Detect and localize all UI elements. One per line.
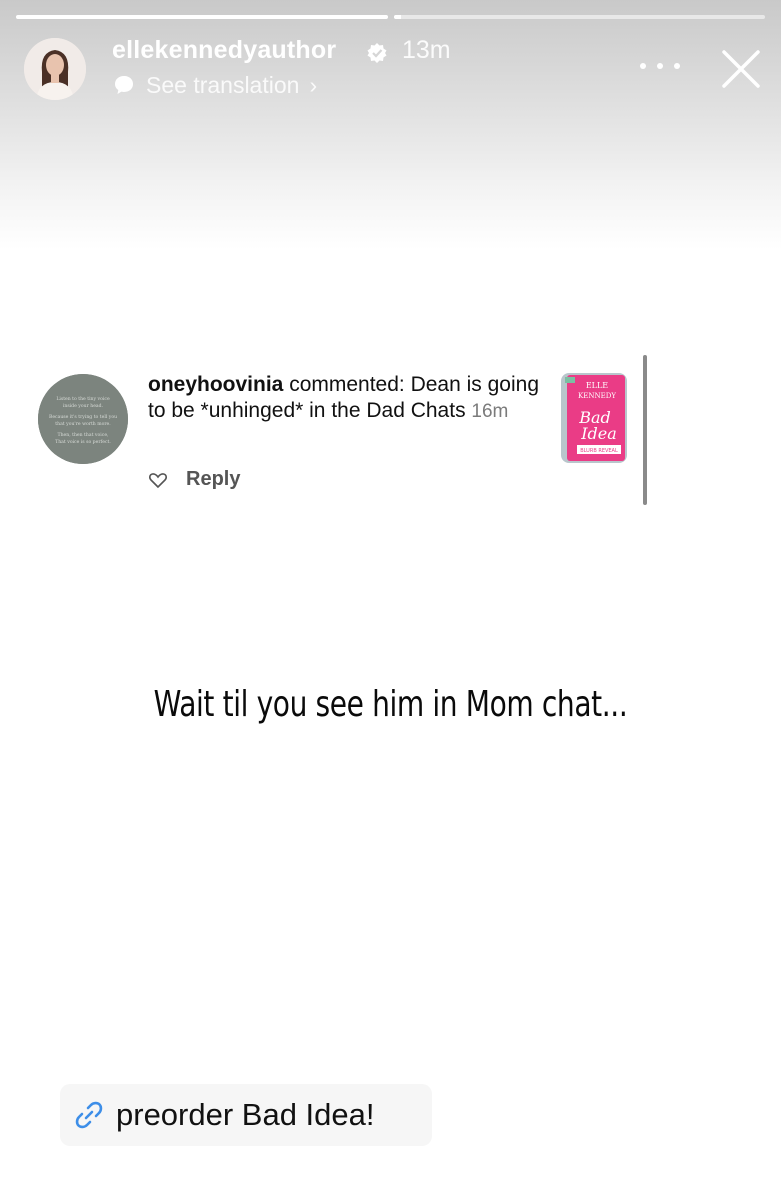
chevron-right-icon: › <box>309 71 318 98</box>
book-author: KENNEDY <box>578 392 616 400</box>
commenter-avatar[interactable]: Listen to the tiny voice inside your hea… <box>38 374 128 464</box>
link-icon <box>75 1101 103 1129</box>
close-icon[interactable] <box>716 44 766 94</box>
more-options-button[interactable] <box>640 56 680 76</box>
speech-bubble-icon <box>115 76 133 94</box>
reply-button[interactable]: Reply <box>186 468 240 491</box>
translation-label: See translation <box>146 71 300 98</box>
link-label: preorder Bad Idea! <box>116 1097 375 1132</box>
book-title: Idea <box>580 424 617 443</box>
heart-icon[interactable] <box>148 470 168 490</box>
progress-segment-2 <box>393 15 765 19</box>
post-thumbnail[interactable]: ELLE KENNEDY Bad Idea BLURB REVEAL <box>561 373 627 463</box>
progress-fill-1 <box>16 15 388 19</box>
avatar-quote-line: that you're worth more. <box>55 421 111 427</box>
more-dot <box>640 63 646 69</box>
story-username[interactable]: ellekennedyauthor <box>112 36 336 65</box>
comment-time: 16m <box>471 401 509 422</box>
progress-fill-2 <box>393 15 401 19</box>
reply-row: Reply <box>148 468 240 491</box>
more-dot <box>674 63 680 69</box>
avatar-quote-line: That voice is so perfect. <box>55 439 111 445</box>
avatar-quote-line: Because it's trying to tell you <box>49 414 117 420</box>
see-translation-link[interactable]: See translation › <box>112 70 317 100</box>
book-tag: BLURB REVEAL <box>580 448 618 454</box>
link-sticker[interactable]: preorder Bad Idea! <box>60 1084 432 1146</box>
more-dot <box>657 63 663 69</box>
story-time: 13m <box>402 36 451 64</box>
avatar-quote-line: Then, then that voice, <box>58 432 110 438</box>
story-progress <box>16 15 765 19</box>
comment-username[interactable]: oneyhoovinia <box>148 373 283 396</box>
comment-text: oneyhoovinia commented: Dean is going to… <box>148 372 543 425</box>
avatar-quote-line: inside your head. <box>63 403 104 409</box>
verified-badge-icon <box>367 43 387 63</box>
scrollbar <box>643 355 647 505</box>
avatar-quote-line: Listen to the tiny voice <box>56 396 110 402</box>
book-author: ELLE <box>586 381 608 390</box>
profile-avatar[interactable] <box>24 38 86 100</box>
progress-segment-1 <box>16 15 388 19</box>
story-caption: Wait til you see him in Mom chat... <box>153 684 628 725</box>
